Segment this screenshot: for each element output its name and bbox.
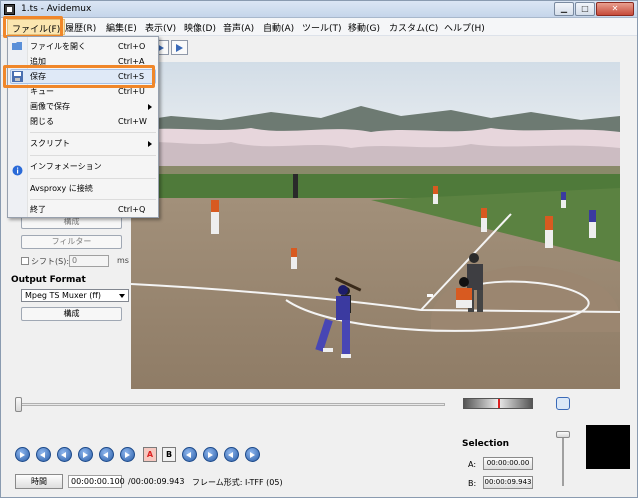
menu-view[interactable]: 表示(V) <box>145 21 176 34</box>
menu-help[interactable]: ヘルプ(H) <box>444 21 485 34</box>
video-frame-image <box>131 62 620 389</box>
previous-frame-icon[interactable] <box>36 447 51 462</box>
file-menu-dropdown: ファイルを開く Ctrl+O 追加 Ctrl+A 保存 Ctrl+S キュー Ctrl+… <box>7 36 159 218</box>
menu-quit-label: 終了 <box>30 205 46 214</box>
menu-separator <box>30 199 156 200</box>
menu-quit[interactable]: 終了 Ctrl+Q <box>30 202 158 217</box>
selection-a-button[interactable]: 00:00:00.00 <box>483 457 533 470</box>
menu-close[interactable]: 閉じる Ctrl+W <box>30 114 158 129</box>
goto-marker-b-icon[interactable] <box>203 447 218 462</box>
menu-separator <box>30 132 156 133</box>
menu-script[interactable]: スクリプト <box>30 136 158 151</box>
shift-spinbox[interactable]: 0 <box>69 255 109 267</box>
selection-b-label: B: <box>468 479 477 488</box>
menu-avsproxy-label: Avsproxy に接続 <box>30 184 93 193</box>
menu-avsproxy[interactable]: Avsproxy に接続 <box>30 181 158 196</box>
video-filters-button[interactable]: フィルター <box>21 235 122 249</box>
play-icon[interactable] <box>15 447 30 462</box>
toolbar-next-icon[interactable] <box>171 40 188 55</box>
next-frame-icon[interactable] <box>78 447 93 462</box>
rewind-icon[interactable] <box>57 447 72 462</box>
file-menu-highlight-frame <box>3 16 63 38</box>
refresh-icon[interactable] <box>556 397 570 410</box>
shift-label: シフト(S): <box>31 257 70 266</box>
menu-queue-label: キュー <box>30 87 54 96</box>
avidemux-window: 1.ts - Avidemux ▁ □ ✕ ファイル(F) 履歴(R) 編集(E… <box>0 0 638 498</box>
menu-close-shortcut: Ctrl+W <box>118 117 147 126</box>
menu-open-file-shortcut: Ctrl+O <box>118 42 146 51</box>
open-folder-icon <box>12 42 22 50</box>
info-icon <box>12 165 23 176</box>
maximize-button[interactable]: □ <box>575 2 595 16</box>
selection-title: Selection <box>462 439 510 449</box>
set-marker-a-button[interactable]: A <box>143 447 157 462</box>
menu-close-label: 閉じる <box>30 117 54 126</box>
output-format-select[interactable]: Mpeg TS Muxer (ff) <box>21 289 129 302</box>
menu-open-file[interactable]: ファイルを開く Ctrl+O <box>30 39 158 54</box>
selection-b-button[interactable]: 00:00:09.943 <box>483 476 533 489</box>
volume-slider-thumb[interactable] <box>556 431 570 438</box>
menu-edit[interactable]: 編集(E) <box>106 21 137 34</box>
menu-audio[interactable]: 音声(A) <box>223 21 254 34</box>
menu-tools[interactable]: ツール(T) <box>302 21 342 34</box>
chevron-down-icon <box>119 294 125 298</box>
total-time: /00:00:09.943 <box>128 477 185 486</box>
timeline-slider-thumb[interactable] <box>15 397 22 412</box>
output-format-title: Output Format <box>11 275 86 285</box>
window-title: 1.ts - Avidemux <box>21 4 92 14</box>
minimize-button[interactable]: ▁ <box>554 2 574 16</box>
video-preview <box>131 62 620 389</box>
jog-marker <box>498 399 500 408</box>
audio-meter-preview <box>586 425 630 469</box>
next-keyframe-icon[interactable] <box>120 447 135 462</box>
menu-information-label: インフォメーション <box>30 162 102 171</box>
goto-marker-a-icon[interactable] <box>182 447 197 462</box>
output-configure-button[interactable]: 構成 <box>21 307 122 321</box>
current-time-field[interactable]: 00:00:00.100 <box>68 475 125 488</box>
set-marker-b-button[interactable]: B <box>162 447 176 462</box>
goto-last-frame-icon[interactable] <box>245 447 260 462</box>
menu-bar: ファイル(F) 履歴(R) 編集(E) 表示(V) 映像(D) 音声(A) 自動… <box>1 18 637 36</box>
frame-type: フレーム形式: I-TFF (05) <box>192 478 283 487</box>
time-button[interactable]: 時間 <box>15 474 63 489</box>
menu-separator <box>30 155 156 156</box>
goto-first-frame-icon[interactable] <box>224 447 239 462</box>
volume-slider-track[interactable] <box>562 434 564 486</box>
menu-save-as-image[interactable]: 画像で保存 <box>30 99 158 114</box>
menu-open-file-label: ファイルを開く <box>30 42 86 51</box>
menu-save-as-image-label: 画像で保存 <box>30 102 70 111</box>
close-window-button[interactable]: ✕ <box>596 2 634 16</box>
menu-history[interactable]: 履歴(R) <box>65 21 96 34</box>
save-item-highlight-frame <box>3 65 155 88</box>
window-controls: ▁ □ ✕ <box>554 2 634 16</box>
menu-auto[interactable]: 自動(A) <box>263 21 294 34</box>
menu-video[interactable]: 映像(D) <box>184 21 216 34</box>
menu-go[interactable]: 移動(G) <box>348 21 380 34</box>
output-format-value: Mpeg TS Muxer (ff) <box>25 291 101 300</box>
jog-shuttle[interactable] <box>463 398 533 409</box>
menu-script-label: スクリプト <box>30 139 70 148</box>
shift-checkbox[interactable] <box>21 257 29 265</box>
menu-information[interactable]: インフォメーション <box>30 159 158 174</box>
audio-shift-row: シフト(S): 0 ms <box>21 255 131 268</box>
menu-custom[interactable]: カスタム(C) <box>389 21 438 34</box>
menu-separator <box>30 178 156 179</box>
shift-unit: ms <box>117 256 129 265</box>
previous-keyframe-icon[interactable] <box>99 447 114 462</box>
menu-icon-column <box>8 37 28 217</box>
app-icon <box>4 4 15 15</box>
menu-quit-shortcut: Ctrl+Q <box>118 205 146 214</box>
title-bar: 1.ts - Avidemux ▁ □ ✕ <box>1 1 637 18</box>
selection-a-label: A: <box>468 460 477 469</box>
timeline-slider-track[interactable] <box>15 403 445 406</box>
